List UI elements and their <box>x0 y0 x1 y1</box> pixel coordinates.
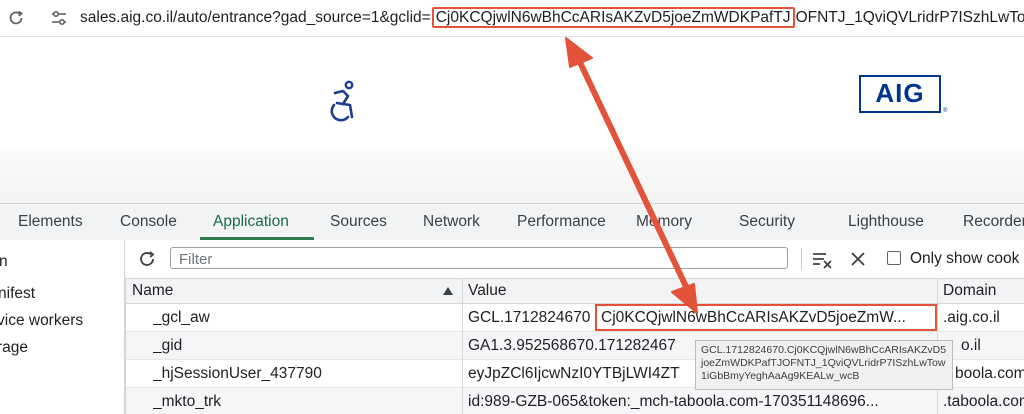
sidebar-item-manifest[interactable]: nifest <box>0 285 35 303</box>
aig-registered-mark: ® <box>943 108 948 114</box>
refresh-icon[interactable] <box>137 249 157 269</box>
clear-all-cookies-icon[interactable] <box>849 250 867 268</box>
tab-elements[interactable]: Elements <box>18 204 83 240</box>
column-header-domain[interactable]: Domain <box>943 279 996 303</box>
address-bar: sales.aig.co.il/auto/entrance?gad_source… <box>0 0 1024 37</box>
tab-lighthouse[interactable]: Lighthouse <box>848 204 924 240</box>
table-row[interactable]: _gcl_aw GCL.1712824670 Cj0KCQjwlN6wBhCcA… <box>125 304 1024 332</box>
cookies-toolbar: Only show cook <box>125 240 1024 279</box>
url-gclid-highlight: Cj0KCQjwlN6wBhCcARIsAKZvD5joeZmWDKPafTJ <box>431 7 795 28</box>
cookie-value: id:989-GZB-065&token:_mch-taboola.com-17… <box>468 393 879 410</box>
cookie-value: eyJpZCl6IjcwNzI0YTBjLWI4ZT <box>468 365 680 382</box>
aig-logo[interactable]: AIG <box>859 75 941 113</box>
column-divider[interactable] <box>462 279 463 414</box>
url-text[interactable]: sales.aig.co.il/auto/entrance?gad_source… <box>80 0 1024 36</box>
cookie-name: _gcl_aw <box>153 309 210 326</box>
sidebar-item-storage[interactable]: rage <box>0 339 28 357</box>
column-divider <box>125 279 126 414</box>
sidebar-item-service-workers[interactable]: vice workers <box>0 312 83 330</box>
site-settings-icon[interactable] <box>50 9 68 27</box>
cookie-value-prefix: GCL.1712824670 <box>468 309 591 326</box>
filter-box <box>170 247 788 269</box>
clear-filtered-cookies-icon[interactable] <box>811 249 833 269</box>
devtools-tab-bar: Elements Console Application Sources Net… <box>0 203 1024 241</box>
accessibility-icon[interactable] <box>323 79 359 127</box>
table-row[interactable]: _mkto_trk id:989-GZB-065&token:_mch-tabo… <box>125 388 1024 414</box>
cookie-domain: o.il <box>961 337 981 354</box>
column-header-value[interactable]: Value <box>468 279 507 303</box>
cookie-value-highlight: Cj0KCQjwlN6wBhCcARIsAKZvD5joeZmW... <box>595 304 937 331</box>
url-suffix: OFNTJ_1QviQVLridrP7ISzhLwTo... <box>795 9 1024 26</box>
sidebar-item-application[interactable]: n <box>0 253 8 271</box>
cookie-domain: .aig.co.il <box>943 309 1000 326</box>
url-prefix: sales.aig.co.il/auto/entrance?gad_source… <box>80 9 431 26</box>
cookie-domain: boola.com <box>955 365 1024 382</box>
tab-recorder[interactable]: Recorder <box>963 204 1024 240</box>
toolbar-separator <box>801 248 802 270</box>
reload-icon[interactable] <box>6 8 26 28</box>
column-header-name[interactable]: Name <box>132 279 173 303</box>
tab-network[interactable]: Network <box>423 204 480 240</box>
tab-sources[interactable]: Sources <box>330 204 387 240</box>
cookie-domain: .taboola.com <box>943 393 1024 410</box>
only-show-cookies-checkbox[interactable] <box>887 251 901 265</box>
cookie-name: _hjSessionUser_437790 <box>153 365 322 382</box>
tab-application[interactable]: Application <box>213 204 289 240</box>
application-sidebar: n nifest vice workers rage <box>0 240 125 414</box>
cookie-value: GA1.3.952568670.171282467 <box>468 337 676 354</box>
tab-security[interactable]: Security <box>739 204 795 240</box>
tab-console[interactable]: Console <box>120 204 177 240</box>
only-show-cookies-label: Only show cook <box>910 250 1020 267</box>
sort-ascending-icon[interactable] <box>443 287 453 295</box>
cookie-name: _gid <box>153 337 183 354</box>
table-header: Name Value Domain <box>125 279 1024 304</box>
page-footer-band <box>0 151 1024 203</box>
cookie-name: _mkto_trk <box>153 393 222 410</box>
cookie-value-tooltip: GCL.1712824670.Cj0KCQjwlN6wBhCcARIsAKZvD… <box>695 340 953 390</box>
filter-input[interactable] <box>177 249 781 269</box>
tab-memory[interactable]: Memory <box>636 204 692 240</box>
tab-performance[interactable]: Performance <box>517 204 606 240</box>
